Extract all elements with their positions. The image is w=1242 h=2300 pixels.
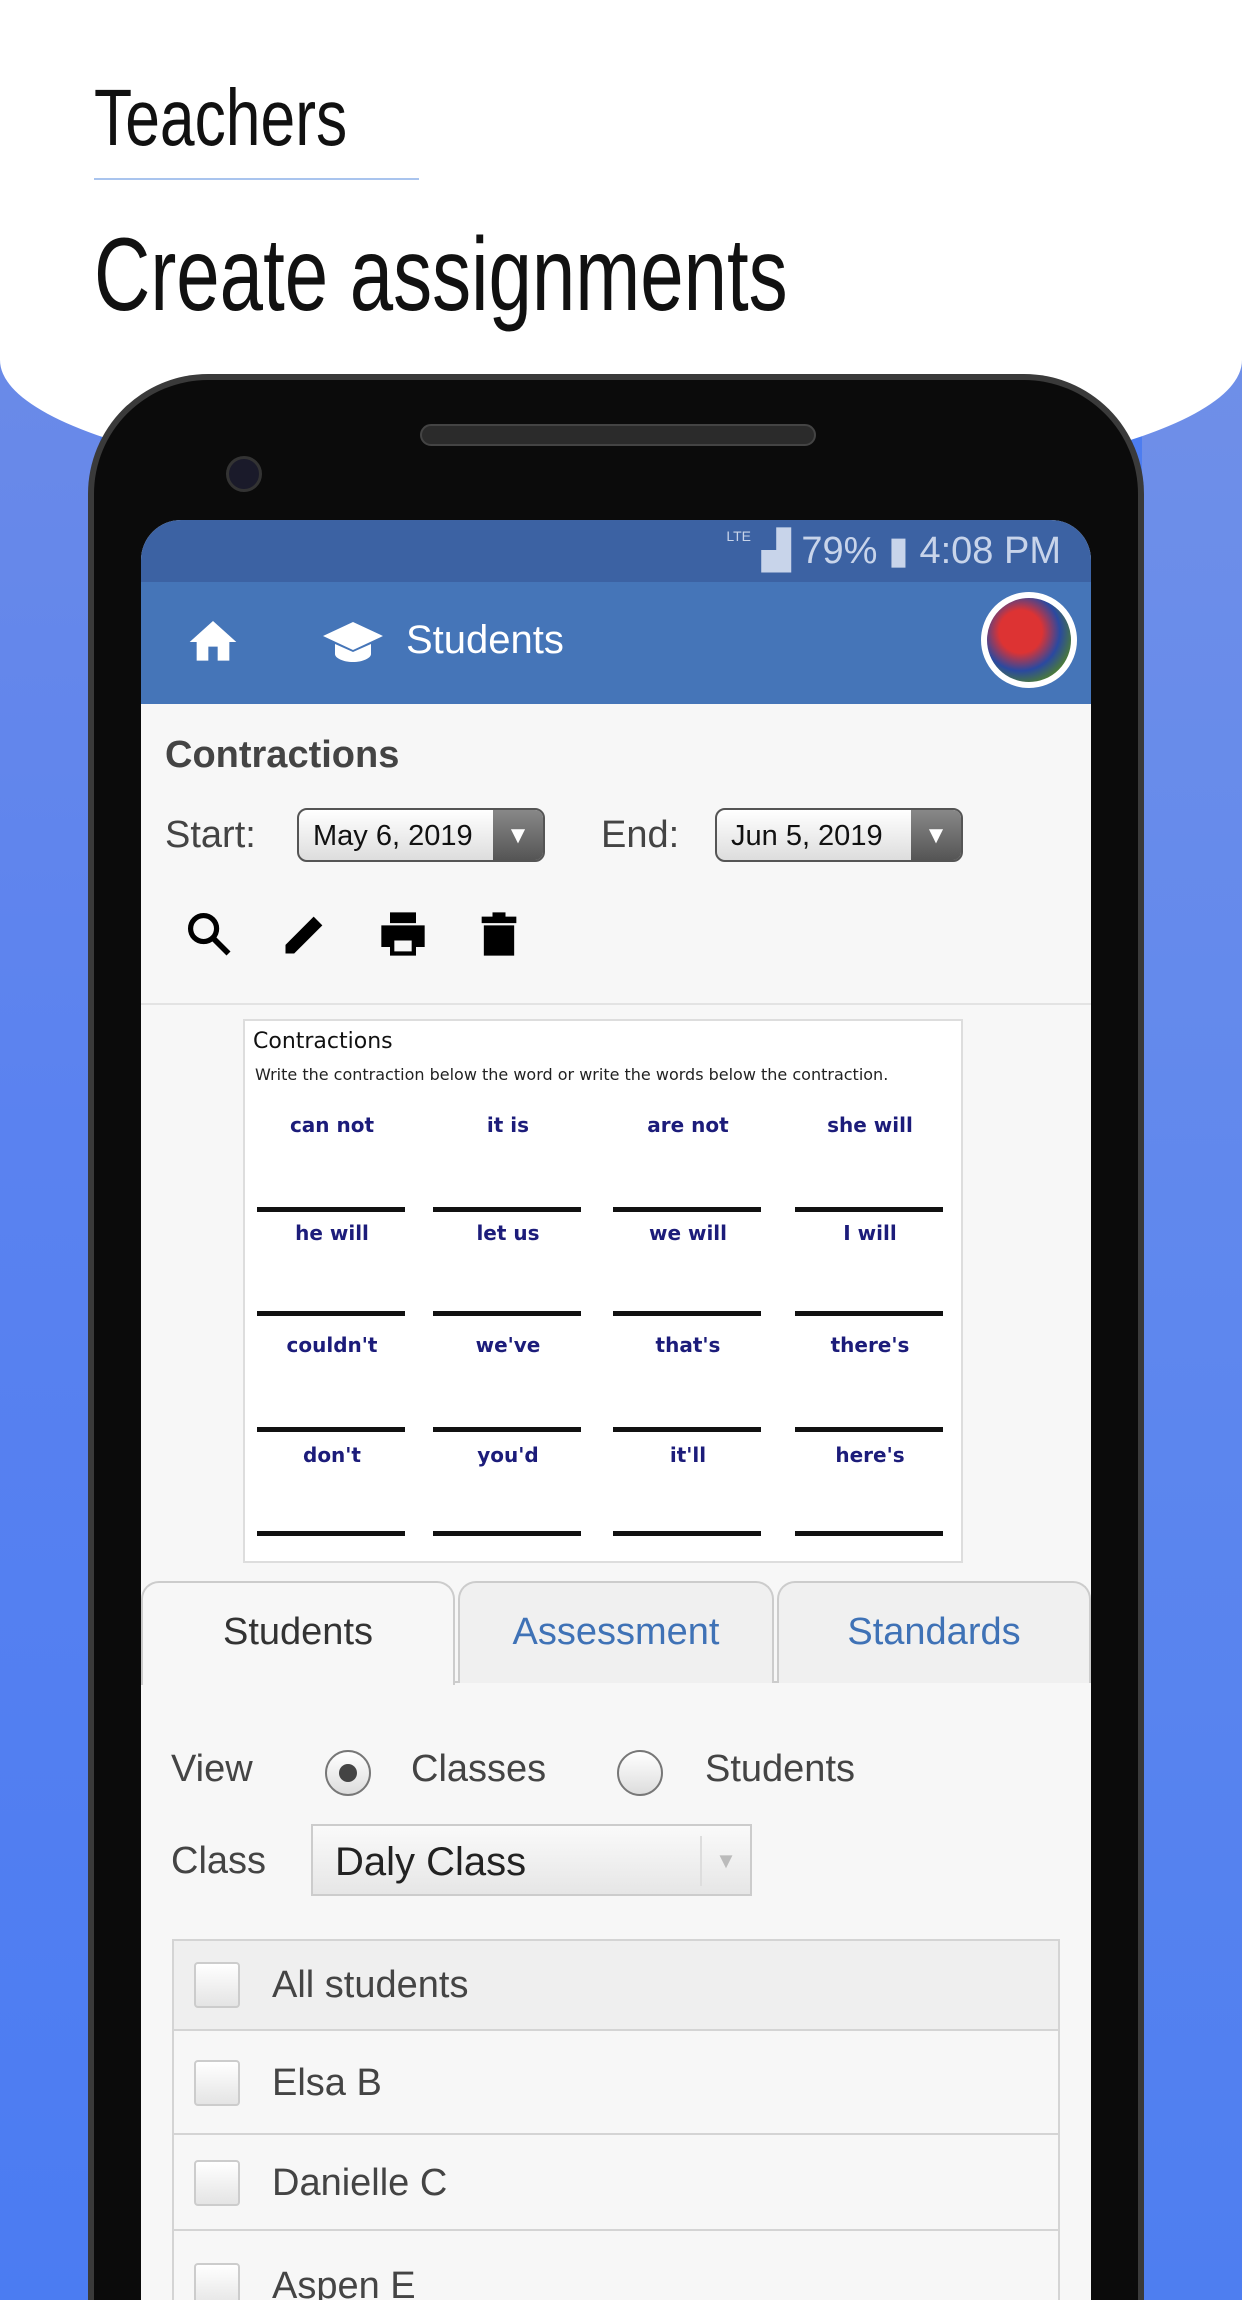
answer-line bbox=[795, 1531, 943, 1536]
student-checkbox[interactable] bbox=[194, 2060, 240, 2106]
view-label: View bbox=[171, 1748, 253, 1790]
radio-students[interactable] bbox=[617, 1750, 663, 1796]
chevron-down-icon: ▼ bbox=[700, 1836, 750, 1886]
answer-line bbox=[257, 1311, 405, 1316]
start-date-value: May 6, 2019 bbox=[313, 820, 473, 852]
student-row[interactable]: Danielle C bbox=[174, 2133, 1058, 2229]
background-left-panel bbox=[0, 360, 100, 2300]
tab-students[interactable]: Students bbox=[141, 1581, 455, 1685]
network-label: LTE bbox=[726, 528, 751, 544]
radio-classes[interactable] bbox=[325, 1750, 371, 1796]
worksheet-word: are not bbox=[647, 1113, 729, 1137]
class-select-value: Daly Class bbox=[335, 1840, 527, 1884]
pencil-icon[interactable] bbox=[279, 908, 331, 960]
student-name: Elsa B bbox=[272, 2062, 382, 2104]
worksheet-word: that's bbox=[655, 1333, 721, 1357]
divider bbox=[141, 1003, 1091, 1005]
worksheet-word: it'll bbox=[669, 1443, 707, 1467]
chevron-down-icon: ▼ bbox=[911, 810, 961, 860]
avatar[interactable] bbox=[981, 592, 1077, 688]
toolbar-title: Students bbox=[406, 618, 564, 662]
radio-classes-label: Classes bbox=[411, 1748, 547, 1790]
worksheet-word: we will bbox=[648, 1221, 728, 1245]
answer-line bbox=[257, 1207, 405, 1212]
printer-icon[interactable] bbox=[377, 908, 429, 960]
worksheet-word: couldn't bbox=[286, 1333, 378, 1357]
signal-icon: ▟ bbox=[761, 530, 791, 572]
worksheet-word: you'd bbox=[477, 1443, 539, 1467]
worksheet-word: here's bbox=[835, 1443, 905, 1467]
worksheet-title: Contractions bbox=[253, 1029, 393, 1054]
worksheet-word: we've bbox=[475, 1333, 541, 1357]
student-name: All students bbox=[272, 1964, 469, 2006]
answer-line bbox=[613, 1311, 761, 1316]
worksheet-word: there's bbox=[830, 1333, 910, 1357]
background-right-panel bbox=[1142, 360, 1242, 2300]
home-icon[interactable] bbox=[185, 614, 241, 670]
title-underline bbox=[94, 178, 419, 180]
chevron-down-icon: ▼ bbox=[493, 810, 543, 860]
tab-assessment[interactable]: Assessment bbox=[458, 1581, 774, 1683]
student-checkbox[interactable] bbox=[194, 2263, 240, 2300]
answer-line bbox=[613, 1531, 761, 1536]
student-checkbox[interactable] bbox=[194, 1962, 240, 2008]
start-label: Start: bbox=[165, 814, 256, 856]
answer-line bbox=[257, 1531, 405, 1536]
answer-line bbox=[433, 1311, 581, 1316]
student-row[interactable]: Aspen E bbox=[174, 2229, 1058, 2300]
clock: 4:08 PM bbox=[919, 530, 1061, 572]
student-row[interactable]: All students bbox=[174, 1941, 1058, 2029]
worksheet-preview[interactable]: Contractions Write the contraction below… bbox=[243, 1019, 963, 1563]
headline: Create assignments bbox=[94, 217, 788, 333]
worksheet-word: can not bbox=[289, 1113, 375, 1137]
battery-icon: ▮ bbox=[887, 530, 909, 572]
worksheet-word: it is bbox=[486, 1113, 530, 1137]
student-checkbox[interactable] bbox=[194, 2160, 240, 2206]
student-name: Aspen E bbox=[272, 2265, 416, 2300]
trash-icon[interactable] bbox=[473, 908, 525, 960]
student-name: Danielle C bbox=[272, 2162, 448, 2204]
phone-speaker bbox=[420, 424, 816, 446]
worksheet-instructions: Write the contraction below the word or … bbox=[255, 1065, 889, 1084]
app-toolbar: Students bbox=[141, 582, 1091, 704]
answer-line bbox=[433, 1427, 581, 1432]
answer-line bbox=[433, 1531, 581, 1536]
end-date-select[interactable]: Jun 5, 2019 ▼ bbox=[715, 808, 963, 862]
answer-line bbox=[613, 1427, 761, 1432]
answer-line bbox=[257, 1427, 405, 1432]
tab-bar: Students Assessment Standards bbox=[141, 1581, 1091, 1685]
status-bar: LTE ▟ 79% ▮ 4:08 PM bbox=[141, 520, 1091, 582]
student-list: All students Elsa B Danielle C Aspen E bbox=[172, 1939, 1060, 2300]
answer-line bbox=[613, 1207, 761, 1212]
worksheet-word: I will bbox=[843, 1221, 897, 1245]
student-row[interactable]: Elsa B bbox=[174, 2029, 1058, 2133]
end-date-value: Jun 5, 2019 bbox=[731, 820, 883, 852]
answer-line bbox=[795, 1311, 943, 1316]
class-label: Class bbox=[171, 1840, 267, 1882]
tab-standards[interactable]: Standards bbox=[777, 1581, 1091, 1683]
eyebrow-title: Teachers bbox=[94, 73, 348, 162]
phone-camera bbox=[226, 456, 262, 492]
radio-students-label: Students bbox=[705, 1748, 855, 1790]
class-select[interactable]: Daly Class ▼ bbox=[311, 1824, 752, 1896]
graduation-cap-icon bbox=[323, 622, 383, 662]
assignment-title: Contractions bbox=[165, 734, 400, 776]
app-screen: LTE ▟ 79% ▮ 4:08 PM Students Contraction… bbox=[141, 520, 1091, 2300]
battery-level: 79% bbox=[801, 530, 878, 572]
end-label: End: bbox=[601, 814, 680, 856]
answer-line bbox=[795, 1207, 943, 1212]
answer-line bbox=[433, 1207, 581, 1212]
worksheet-word: don't bbox=[303, 1443, 361, 1467]
start-date-select[interactable]: May 6, 2019 ▼ bbox=[297, 808, 545, 862]
answer-line bbox=[795, 1427, 943, 1432]
worksheet-word: she will bbox=[827, 1113, 913, 1137]
search-icon[interactable] bbox=[183, 908, 235, 960]
worksheet-word: he will bbox=[295, 1221, 369, 1245]
worksheet-word: let us bbox=[476, 1221, 540, 1245]
